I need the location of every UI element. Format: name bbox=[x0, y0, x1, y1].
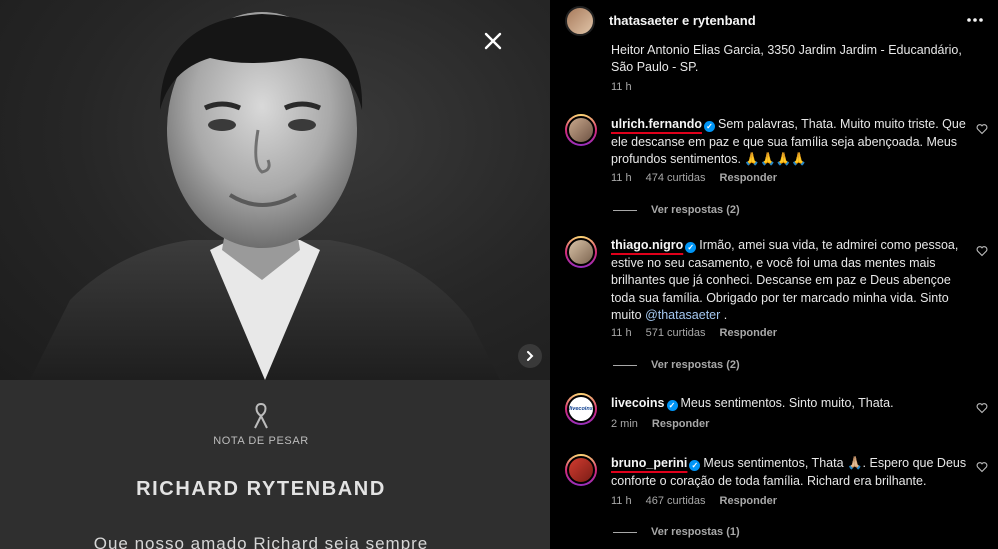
notice-title: NOTA DE PESAR bbox=[213, 435, 309, 447]
chevron-right-icon bbox=[527, 351, 534, 361]
divider bbox=[613, 531, 637, 533]
divider bbox=[613, 364, 637, 366]
portrait-photo bbox=[0, 0, 550, 380]
caption-text-line: São Paulo - SP. bbox=[611, 60, 699, 74]
comment-body: thiago.nigro ✓ Irmão, amei sua vida, te ad… bbox=[611, 237, 971, 325]
heart-icon[interactable] bbox=[976, 245, 988, 257]
close-icon[interactable] bbox=[478, 26, 508, 56]
comment-time: 2 min bbox=[611, 418, 638, 430]
livecoins-logo: livecoins bbox=[569, 406, 593, 412]
verified-icon: ✓ bbox=[689, 460, 701, 471]
post-media: NOTA DE PESAR RICHARD RYTENBAND Que noss… bbox=[0, 0, 550, 549]
verified-icon: ✓ bbox=[666, 400, 678, 411]
divider bbox=[613, 209, 637, 211]
view-replies-label: Ver respostas (2) bbox=[651, 359, 740, 371]
heart-icon[interactable] bbox=[976, 402, 988, 414]
comment-time: 11 h bbox=[611, 495, 632, 507]
verified-icon: ✓ bbox=[703, 121, 715, 132]
mention-link[interactable]: @thatasaeter bbox=[645, 308, 720, 322]
comment-likes[interactable]: 467 curtidas bbox=[646, 495, 706, 507]
reply-button[interactable]: Responder bbox=[720, 495, 777, 507]
heart-icon[interactable] bbox=[976, 123, 988, 135]
view-replies-button[interactable]: Ver respostas (1) bbox=[613, 526, 740, 538]
comment-meta: 2 min Responder bbox=[611, 418, 709, 430]
comment-time: 11 h bbox=[611, 172, 632, 184]
reply-button[interactable]: Responder bbox=[652, 418, 709, 430]
verified-icon: ✓ bbox=[685, 242, 697, 253]
notice-message: Que nosso amado Richard seja sempre bbox=[93, 534, 429, 549]
comment-likes[interactable]: 571 curtidas bbox=[646, 327, 706, 339]
comment-time: 11 h bbox=[611, 327, 632, 339]
view-replies-label: Ver respostas (2) bbox=[651, 204, 740, 216]
ribbon-icon bbox=[254, 402, 268, 429]
more-icon[interactable] bbox=[965, 10, 985, 30]
comment-body: livecoins ✓ Meus sentimentos. Sinto muito,… bbox=[611, 395, 971, 413]
reply-button[interactable]: Responder bbox=[720, 172, 777, 184]
comment-username[interactable]: livecoins bbox=[611, 396, 665, 410]
caption-time: 11 h bbox=[611, 81, 632, 93]
avatar[interactable]: livecoins bbox=[565, 393, 597, 425]
comment-meta: 11 h 474 curtidas Responder bbox=[611, 172, 777, 184]
post-header: thatasaeter e rytenband bbox=[551, 0, 998, 40]
avatar[interactable] bbox=[565, 114, 597, 146]
condolence-notice bbox=[0, 380, 550, 549]
comment-meta: 11 h 467 curtidas Responder bbox=[611, 495, 777, 507]
comment-username[interactable]: ulrich.fernando bbox=[611, 117, 702, 131]
comment-likes[interactable]: 474 curtidas bbox=[646, 172, 706, 184]
avatar[interactable] bbox=[565, 6, 595, 36]
next-image-button[interactable] bbox=[518, 344, 542, 368]
avatar[interactable] bbox=[565, 454, 597, 486]
caption-meta: 11 h bbox=[611, 81, 632, 93]
view-replies-label: Ver respostas (1) bbox=[651, 526, 740, 538]
avatar[interactable] bbox=[565, 236, 597, 268]
comment-body: bruno_perini ✓ Meus sentimentos, Thata 🙏🏼.… bbox=[611, 455, 971, 490]
comments-panel: thatasaeter e rytenband Heitor Antonio E… bbox=[551, 0, 998, 549]
reply-button[interactable]: Responder bbox=[720, 327, 777, 339]
view-replies-button[interactable]: Ver respostas (2) bbox=[613, 359, 740, 371]
view-replies-button[interactable]: Ver respostas (2) bbox=[613, 204, 740, 216]
heart-icon[interactable] bbox=[976, 461, 988, 473]
comment-username[interactable]: thiago.nigro bbox=[611, 238, 683, 252]
comment-username[interactable]: bruno_perini bbox=[611, 456, 687, 470]
deceased-name: RICHARD RYTENBAND bbox=[136, 478, 386, 500]
comment-body: ulrich.fernando ✓ Sem palavras, Thata. Mui… bbox=[611, 116, 971, 169]
comment-meta: 11 h 571 curtidas Responder bbox=[611, 327, 777, 339]
post-authors[interactable]: thatasaeter e rytenband bbox=[609, 13, 756, 28]
comment-text-suffix: . bbox=[720, 308, 728, 322]
caption-text-line: Heitor Antonio Elias Garcia, 3350 Jardim… bbox=[611, 43, 962, 57]
comment-text: Meus sentimentos. Sinto muito, Thata. bbox=[680, 396, 894, 410]
